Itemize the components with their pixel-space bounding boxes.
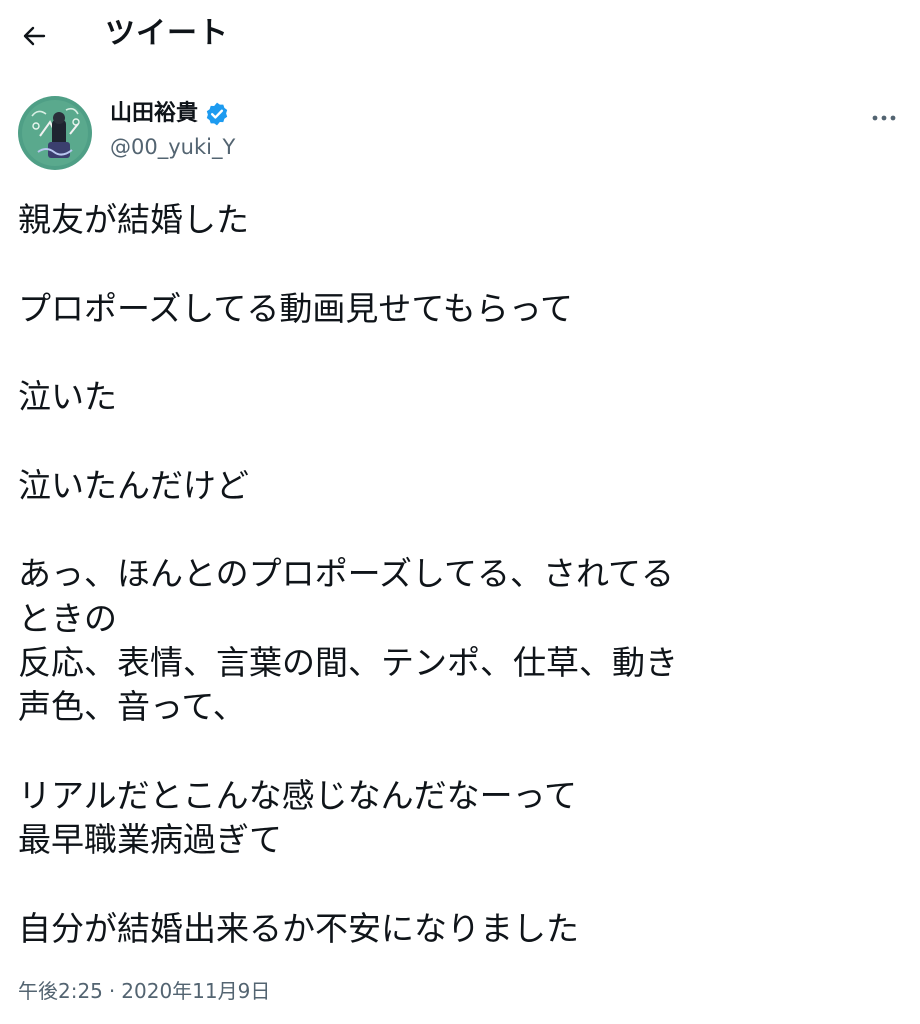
tweet-line: プロポーズしてる動画見せてもらって — [18, 288, 574, 328]
avatar[interactable] — [18, 96, 92, 170]
tweet-line: リアルだとこんな感じなんだなーって — [18, 775, 578, 815]
tweet-line: 声色、音って、 — [18, 687, 246, 727]
tweet-time[interactable]: 午後2:25 — [18, 979, 103, 1003]
tweet-line: 親友が結婚した — [18, 200, 249, 239]
back-button[interactable] — [14, 18, 54, 54]
tweet-line: ときの — [18, 598, 117, 638]
tweet-timestamp: 午後2:25 · 2020年11月9日 — [18, 976, 270, 1006]
display-name[interactable]: 山田裕貴 — [110, 98, 198, 130]
tweet-line: 自分が結婚出来るか不安になりました — [18, 908, 579, 948]
timestamp-separator: · — [108, 979, 116, 1003]
more-options-button[interactable] — [866, 104, 902, 132]
tweet-line: あっ、ほんとのプロポーズしてる、されてる — [18, 554, 675, 594]
top-bar: ツイート — [0, 0, 920, 72]
tweet-line: 泣いた — [18, 377, 117, 417]
user-handle[interactable]: @00_yuki_Y — [110, 132, 235, 162]
tweet-line: 泣いたんだけど — [18, 465, 249, 505]
tweet-line: 反応、表情、言葉の間、テンポ、仕草、動き — [18, 642, 678, 682]
verified-badge-icon — [204, 101, 230, 127]
tweet-author: 山田裕貴 @00_yuki_Y — [18, 96, 902, 172]
page-title: ツイート — [105, 16, 229, 51]
tweet-body: 親友が結婚した プロポーズしてる動画見せてもらって 泣いた 泣いたんだけど あっ… — [18, 198, 898, 951]
arrow-left-icon — [23, 26, 46, 46]
tweet-date[interactable]: 2020年11月9日 — [121, 979, 270, 1003]
more-horizontal-icon — [872, 115, 896, 121]
avatar-illustration — [18, 96, 92, 170]
tweet-line: 最早職業病過ぎて — [18, 820, 282, 860]
